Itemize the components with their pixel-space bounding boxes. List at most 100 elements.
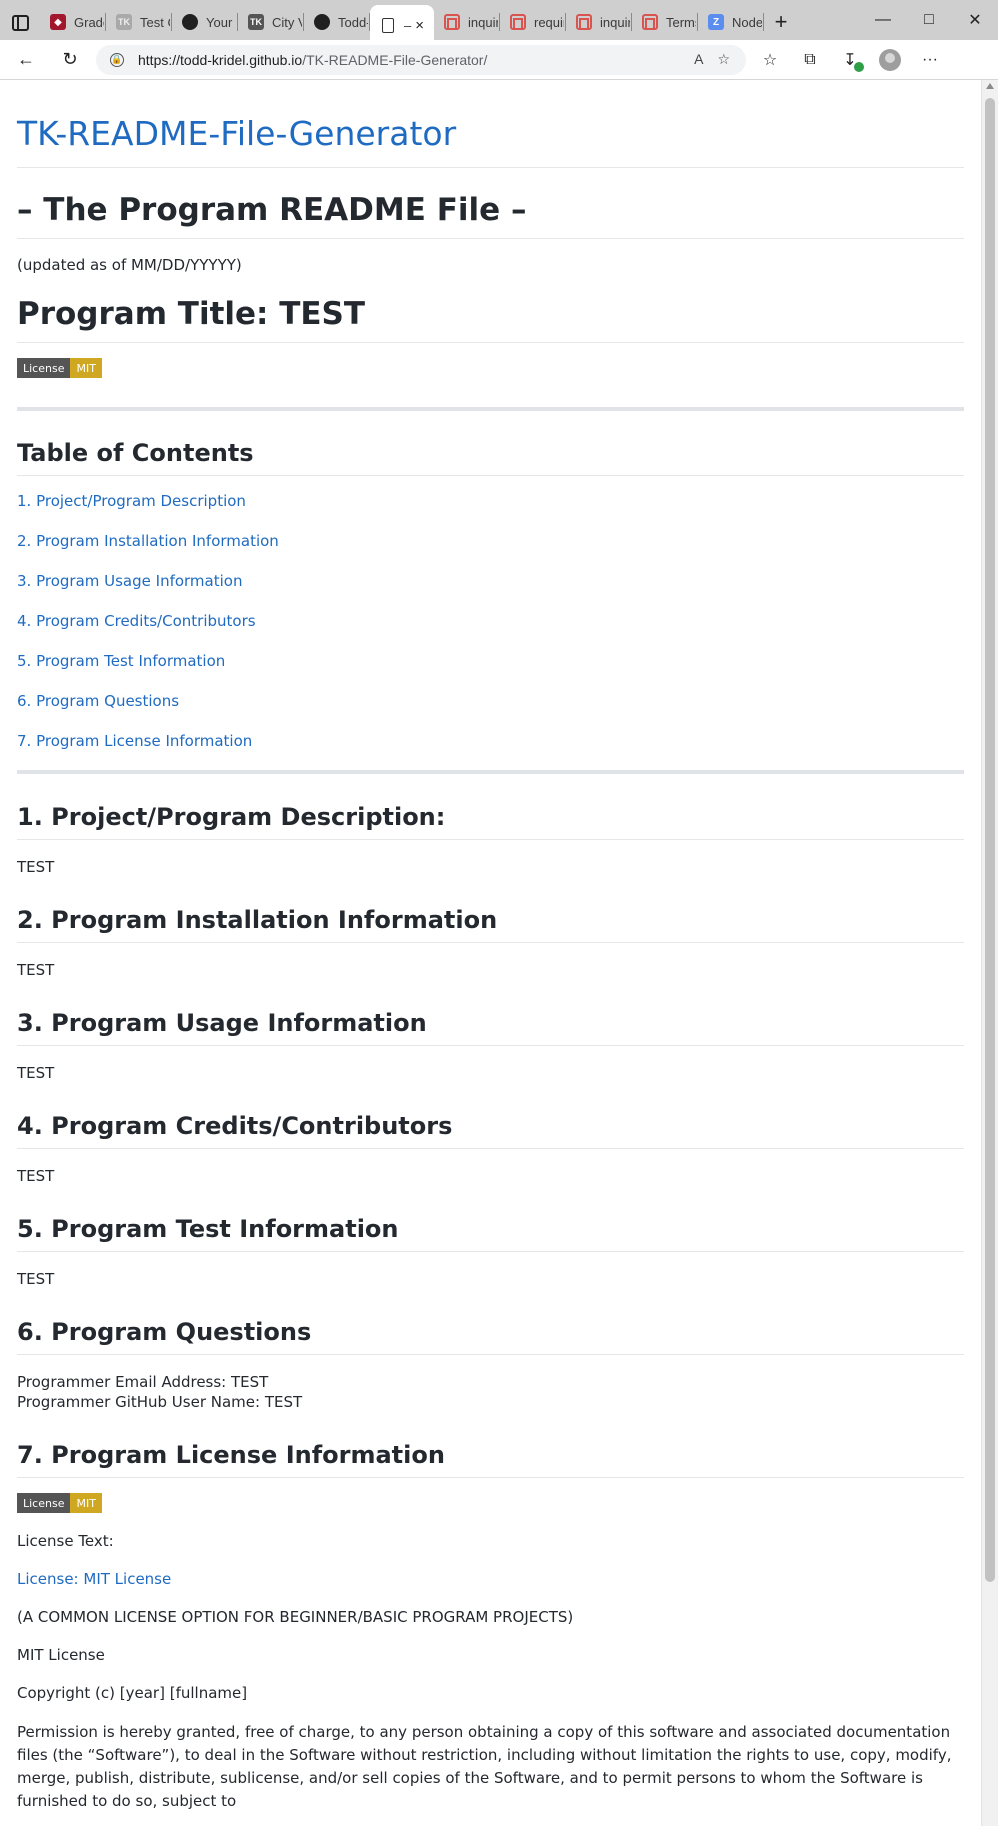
questions-text: Programmer Email Address: TEST Programme… <box>17 1372 964 1412</box>
site-title[interactable]: TK-README-File-Generator <box>17 80 964 168</box>
table-of-contents: 1. Project/Program Description 2. Progra… <box>17 492 964 772</box>
browser-tab[interactable]: Your I <box>172 5 238 39</box>
tab-label: inquir <box>468 14 498 30</box>
page-icon <box>380 17 396 33</box>
toc-link[interactable]: 1. Project/Program Description <box>17 492 246 510</box>
toc-item: 2. Program Installation Information <box>17 532 964 572</box>
browser-tab[interactable]: ◆ Grade <box>40 5 106 39</box>
toc-link[interactable]: 2. Program Installation Information <box>17 532 279 550</box>
page-viewport: TK-README-File-Generator – The Program R… <box>0 80 998 1826</box>
toc-link[interactable]: 7. Program License Information <box>17 732 252 750</box>
browser-tab[interactable]: inquir <box>434 5 500 39</box>
scroll-up-arrow-icon[interactable] <box>986 83 994 89</box>
tab-label: Grade <box>74 14 104 30</box>
more-menu-button[interactable]: ··· <box>912 42 948 78</box>
maximize-button[interactable]: □ <box>906 0 952 40</box>
toc-item: 1. Project/Program Description <box>17 492 964 532</box>
minimize-button[interactable]: — <box>860 0 906 40</box>
section-text: TEST <box>17 1064 55 1082</box>
browser-tab[interactable]: inquir <box>566 5 632 39</box>
collections-button[interactable]: ⧉ <box>792 42 828 78</box>
lock-icon[interactable]: 🔒 <box>110 52 124 67</box>
github-icon <box>314 14 330 30</box>
tab-label: requir <box>534 14 564 30</box>
divider <box>17 407 964 411</box>
section-text: TEST <box>17 1270 55 1288</box>
gradescope-icon: ◆ <box>50 14 66 30</box>
browser-tab[interactable]: TK City V <box>238 5 304 39</box>
section-heading: 5. Program Test Information <box>17 1215 964 1252</box>
tab-label: Node <box>732 14 762 30</box>
toc-link[interactable]: 4. Program Credits/Contributors <box>17 612 256 630</box>
tk-icon: TK <box>116 14 132 30</box>
toc-item: 7. Program License Information <box>17 732 964 772</box>
tab-label: Test C <box>140 14 170 30</box>
refresh-button[interactable]: ↻ <box>52 42 88 78</box>
new-tab-button[interactable]: + <box>764 5 798 39</box>
tab-label: Your I <box>206 14 236 30</box>
section-text: TEST <box>17 1167 55 1185</box>
updated-note: (updated as of MM/DD/YYYYY) <box>17 256 242 274</box>
browser-tab[interactable]: TK Test C <box>106 5 172 39</box>
npm-icon <box>510 14 526 30</box>
tab-label: inquir <box>600 14 630 30</box>
npm-icon <box>576 14 592 30</box>
license-link[interactable]: License: MIT License <box>17 1570 171 1588</box>
toc-item: 4. Program Credits/Contributors <box>17 612 964 652</box>
readme-heading: – The Program README File – <box>17 192 964 239</box>
toc-heading: Table of Contents <box>17 439 964 476</box>
readme-page: TK-README-File-Generator – The Program R… <box>17 80 964 1813</box>
section-heading: 1. Project/Program Description: <box>17 803 964 840</box>
window-controls: — □ ✕ <box>860 0 998 45</box>
section-heading: 7. Program License Information <box>17 1441 964 1478</box>
toc-item: 5. Program Test Information <box>17 652 964 692</box>
toc-item: 6. Program Questions <box>17 692 964 732</box>
browser-toolbar: ← ↻ 🔒 https://todd-kridel.github.io/TK-R… <box>0 40 998 80</box>
avatar <box>879 48 901 71</box>
close-tab-icon[interactable]: × <box>415 17 424 34</box>
programmer-github: Programmer GitHub User Name: TEST <box>17 1393 303 1411</box>
tab-label: City V <box>272 14 302 30</box>
section-heading: 3. Program Usage Information <box>17 1009 964 1046</box>
toc-link[interactable]: 3. Program Usage Information <box>17 572 242 590</box>
downloads-button[interactable]: ↧ <box>832 42 868 78</box>
browser-tab-active[interactable]: – × <box>370 5 434 45</box>
section-text: TEST <box>17 858 55 876</box>
tab-label: – <box>404 17 412 33</box>
add-favorite-icon[interactable]: ☆ <box>717 51 730 68</box>
browser-tab[interactable]: requir <box>500 5 566 39</box>
badge-left: License <box>17 1493 71 1513</box>
section-text: TEST <box>17 961 55 979</box>
browser-tab[interactable]: Z Node <box>698 5 764 39</box>
toc-link[interactable]: 5. Program Test Information <box>17 652 225 670</box>
section-heading: 2. Program Installation Information <box>17 906 964 943</box>
vertical-scrollbar[interactable] <box>981 80 998 1826</box>
section-heading: 4. Program Credits/Contributors <box>17 1112 964 1149</box>
tk-dark-icon: TK <box>248 14 264 30</box>
license-badge: License MIT <box>17 358 102 378</box>
badge-right: MIT <box>70 1493 102 1513</box>
close-window-button[interactable]: ✕ <box>952 0 998 40</box>
github-icon <box>182 14 198 30</box>
badge-right: MIT <box>70 358 102 378</box>
divider <box>17 770 964 774</box>
address-bar[interactable]: 🔒 https://todd-kridel.github.io/TK-READM… <box>96 44 746 75</box>
toolbar-right: ☆ ⧉ ↧ ··· <box>752 42 948 78</box>
downloads-badge <box>854 61 864 72</box>
address-bar-icons: A ☆ <box>694 51 730 68</box>
browser-tab[interactable]: Todd- <box>304 5 370 39</box>
tab-actions-button[interactable] <box>0 0 40 45</box>
program-title: Program Title: TEST <box>17 296 964 343</box>
permission-text: Permission is hereby granted, free of ch… <box>17 1723 952 1810</box>
tab-label: Terms <box>666 14 696 30</box>
browser-tab[interactable]: Terms <box>632 5 698 39</box>
toc-link[interactable]: 6. Program Questions <box>17 692 179 710</box>
back-button[interactable]: ← <box>8 42 44 78</box>
favorites-button[interactable]: ☆ <box>752 42 788 78</box>
scrollbar-thumb[interactable] <box>985 98 995 1582</box>
npm-icon <box>642 14 658 30</box>
toc-item: 3. Program Usage Information <box>17 572 964 612</box>
read-aloud-icon[interactable]: A <box>694 51 703 68</box>
programmer-email: Programmer Email Address: TEST <box>17 1373 269 1391</box>
profile-button[interactable] <box>872 42 908 78</box>
